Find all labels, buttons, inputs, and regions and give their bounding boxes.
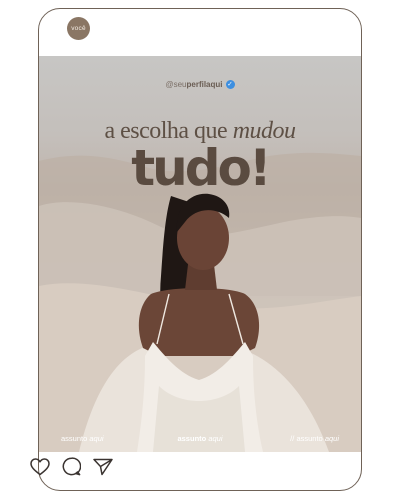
tag-right-prefix: //	[290, 434, 295, 443]
tag-center-word: assunto	[177, 434, 207, 443]
avatar-label: você	[71, 25, 86, 32]
tag-right-italic: aqui	[324, 434, 339, 443]
like-button[interactable]	[30, 457, 50, 476]
comment-icon	[62, 457, 81, 476]
tag-center-italic: aqui	[208, 434, 223, 443]
post-photo-scene	[39, 152, 361, 452]
send-icon	[93, 458, 113, 475]
tag-right: // assunto aqui	[290, 434, 339, 443]
headline-big-word: tudo!	[131, 139, 271, 197]
profile-handle[interactable]: @seuperfilaqui ✓	[39, 80, 361, 90]
share-button[interactable]	[93, 458, 113, 476]
heart-icon	[30, 457, 50, 475]
verified-badge-icon: ✓	[225, 80, 235, 90]
comment-button[interactable]	[62, 457, 81, 476]
handle-prefix: @seu	[165, 80, 187, 89]
handle-name: perfilaqui	[186, 80, 223, 89]
post-actions	[30, 457, 113, 476]
avatar[interactable]: você	[67, 17, 90, 40]
post-image[interactable]: @seuperfilaqui ✓ a escolha que mudou tudo…	[39, 56, 361, 452]
social-post-frame: você @seuperfilaqui ✓ a escolha que mudo…	[38, 8, 362, 491]
tag-right-word: assunto	[296, 434, 323, 443]
person-shoulders	[138, 288, 260, 356]
